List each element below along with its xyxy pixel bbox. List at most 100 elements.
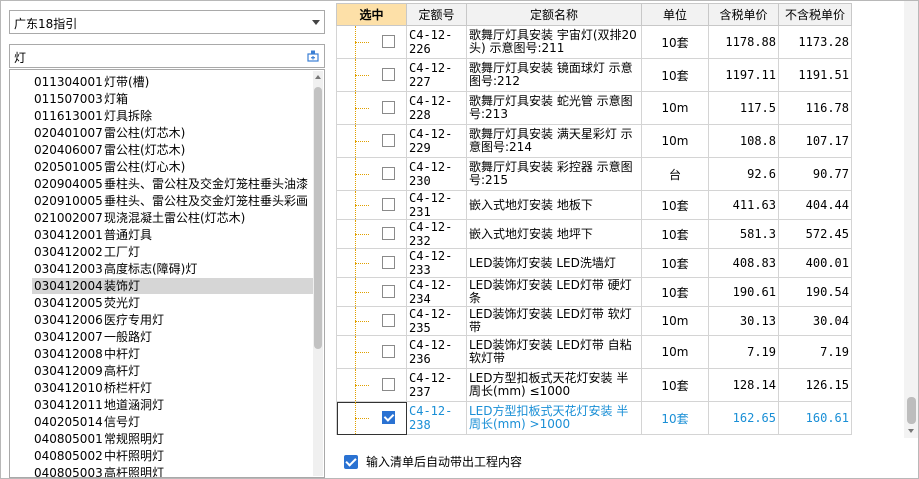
row-select-cell[interactable] — [336, 190, 407, 220]
table-row[interactable]: C4-12-238 LED方型扣板式天花灯安装 半周长(mm) >1000 10套 1… — [336, 401, 852, 435]
table-row[interactable]: C4-12-227 歌舞厅灯具安装 镜面球灯 示意图号:212 10套 1197.11… — [336, 58, 852, 92]
table-row[interactable]: C4-12-233 LED装饰灯安装 LED洗墙灯 10套 408.83 400.01 — [336, 248, 852, 278]
scroll-down-arrow-icon[interactable] — [908, 429, 914, 433]
list-item[interactable]: 021002007现浇混凝土雷公柱(灯芯木) — [32, 210, 314, 226]
notax-price: 107.17 — [778, 124, 852, 158]
list-item-code: 030412011 — [34, 398, 103, 412]
row-checkbox[interactable] — [382, 345, 395, 358]
row-select-cell[interactable] — [336, 124, 407, 158]
row-select-cell[interactable] — [336, 25, 407, 59]
list-item-name: 高度标志(障碍)灯 — [104, 262, 198, 276]
table-row[interactable]: C4-12-226 歌舞厅灯具安装 宇宙灯(双排20头) 示意图号:211 10套 1… — [336, 25, 852, 59]
row-select-cell[interactable] — [336, 335, 407, 369]
row-select-cell[interactable] — [336, 219, 407, 249]
list-item[interactable]: 030412005荧光灯 — [32, 295, 314, 311]
grid-scrollbar-thumb[interactable] — [907, 397, 916, 424]
list-item[interactable]: 020910005垂柱头、雷公柱及交金灯笼柱垂头彩画 — [32, 193, 314, 209]
row-select-cell[interactable] — [336, 91, 407, 125]
row-checkbox[interactable] — [382, 134, 395, 147]
region-dropdown[interactable]: 广东18指引 — [9, 10, 325, 34]
list-item[interactable]: 030412008中杆灯 — [32, 346, 314, 362]
row-checkbox[interactable] — [382, 68, 395, 81]
tax-price: 1197.11 — [708, 58, 779, 92]
row-select-cell[interactable] — [336, 157, 407, 191]
search-input[interactable]: 灯 — [9, 44, 325, 68]
list-scrollbar[interactable] — [313, 71, 323, 476]
list-item[interactable]: 011507003灯箱 — [32, 91, 314, 107]
list-scrollbar-thumb[interactable] — [314, 87, 322, 349]
list-item[interactable]: 030412003高度标志(障碍)灯 — [32, 261, 314, 277]
row-select-cell[interactable] — [336, 401, 407, 435]
quota-code: C4-12-237 — [406, 368, 467, 402]
row-select-cell[interactable] — [336, 368, 407, 402]
table-row[interactable]: C4-12-229 歌舞厅灯具安装 满天星彩灯 示意图号:214 10m 108.8 1… — [336, 124, 852, 158]
list-item[interactable]: 020904005垂柱头、雷公柱及交金灯笼柱垂头油漆 — [32, 176, 314, 192]
row-checkbox[interactable] — [382, 256, 395, 269]
table-row[interactable]: C4-12-230 歌舞厅灯具安装 彩控器 示意图号:215 台 92.6 90.77 — [336, 157, 852, 191]
list-item[interactable]: 030412006医疗专用灯 — [32, 312, 314, 328]
table-row[interactable]: C4-12-235 LED装饰灯安装 LED灯带 软灯带 10m 30.13 30.04 — [336, 306, 852, 336]
tree-connector-branch — [355, 141, 369, 142]
row-select-cell[interactable] — [336, 58, 407, 92]
tree-connector-branch — [355, 418, 369, 419]
col-header-tax-price[interactable]: 含税单价 — [708, 3, 779, 26]
list-item[interactable]: 011613001灯具拆除 — [32, 108, 314, 124]
row-checkbox[interactable] — [382, 411, 395, 424]
list-item[interactable]: 030412007一般路灯 — [32, 329, 314, 345]
list-item[interactable]: 020501005雷公柱(灯心木) — [32, 159, 314, 175]
list-item[interactable]: 040805003高杆照明灯 — [32, 465, 314, 477]
list-item[interactable]: 040205014信号灯 — [32, 414, 314, 430]
quota-unit: 10套 — [641, 368, 709, 402]
row-checkbox[interactable] — [382, 314, 395, 327]
table-row[interactable]: C4-12-231 嵌入式地灯安装 地板下 10套 411.63 404.44 — [336, 190, 852, 220]
list-item[interactable]: 030412010桥栏杆灯 — [32, 380, 314, 396]
table-row[interactable]: C4-12-228 歌舞厅灯具安装 蛇光管 示意图号:213 10m 117.5 116… — [336, 91, 852, 125]
col-header-notax-price[interactable]: 不含税单价 — [778, 3, 852, 26]
list-item[interactable]: 030412002工厂灯 — [32, 244, 314, 260]
guide-item-list[interactable]: 011304001灯带(槽) 011507003灯箱 011613001灯具拆除 02… — [9, 69, 325, 478]
row-checkbox[interactable] — [382, 167, 395, 180]
row-checkbox[interactable] — [382, 227, 395, 240]
quota-name: LED装饰灯安装 LED灯带 自粘软灯带 — [466, 335, 642, 369]
row-checkbox[interactable] — [382, 198, 395, 211]
list-item-name: 工厂灯 — [104, 245, 141, 259]
col-header-selected[interactable]: 选中 — [336, 3, 407, 26]
col-header-unit[interactable]: 单位 — [641, 3, 709, 26]
list-item-code: 011613001 — [34, 109, 103, 123]
auto-fill-checkbox[interactable] — [344, 455, 358, 469]
list-item[interactable]: 030412004装饰灯 — [32, 278, 314, 294]
quota-name: 嵌入式地灯安装 地坪下 — [466, 219, 642, 249]
quota-name: LED装饰灯安装 LED灯带 硬灯条 — [466, 277, 642, 307]
table-row[interactable]: C4-12-232 嵌入式地灯安装 地坪下 10套 581.3 572.45 — [336, 219, 852, 249]
quota-code: C4-12-229 — [406, 124, 467, 158]
list-item[interactable]: 030412011地道涵洞灯 — [32, 397, 314, 413]
list-item[interactable]: 040805001常规照明灯 — [32, 431, 314, 447]
table-row[interactable]: C4-12-237 LED方型扣板式天花灯安装 半周长(mm) ≤1000 10套 1… — [336, 368, 852, 402]
row-select-cell[interactable] — [336, 248, 407, 278]
quota-code: C4-12-238 — [406, 401, 467, 435]
row-checkbox[interactable] — [382, 35, 395, 48]
locate-icon[interactable] — [306, 49, 320, 63]
list-item[interactable]: 030412001普通灯具 — [32, 227, 314, 243]
list-item[interactable]: 030412009高杆灯 — [32, 363, 314, 379]
notax-price: 404.44 — [778, 190, 852, 220]
row-select-cell[interactable] — [336, 277, 407, 307]
scroll-up-arrow-icon[interactable] — [315, 75, 321, 79]
table-row[interactable]: C4-12-234 LED装饰灯安装 LED灯带 硬灯条 10套 190.61 190.… — [336, 277, 852, 307]
list-item-code: 040205014 — [34, 415, 103, 429]
grid-scrollbar[interactable] — [904, 1, 918, 438]
table-row[interactable]: C4-12-236 LED装饰灯安装 LED灯带 自粘软灯带 10m 7.19 7.19 — [336, 335, 852, 369]
chevron-down-icon[interactable] — [312, 20, 320, 25]
list-item-code: 020501005 — [34, 160, 103, 174]
row-checkbox[interactable] — [382, 101, 395, 114]
list-item[interactable]: 040805002中杆照明灯 — [32, 448, 314, 464]
row-select-cell[interactable] — [336, 306, 407, 336]
notax-price: 400.01 — [778, 248, 852, 278]
row-checkbox[interactable] — [382, 378, 395, 391]
list-item[interactable]: 020401007雷公柱(灯芯木) — [32, 125, 314, 141]
list-item[interactable]: 020406007雷公柱(灯芯木) — [32, 142, 314, 158]
col-header-name[interactable]: 定额名称 — [466, 3, 642, 26]
col-header-code[interactable]: 定额号 — [406, 3, 467, 26]
row-checkbox[interactable] — [382, 285, 395, 298]
list-item[interactable]: 011304001灯带(槽) — [32, 74, 314, 90]
